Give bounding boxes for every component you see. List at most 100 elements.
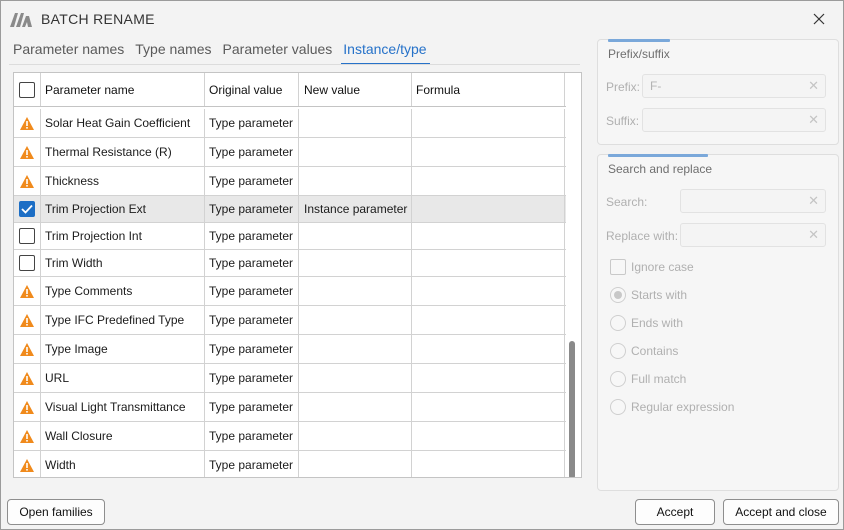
row-checkbox[interactable]: [19, 201, 35, 217]
formula-cell[interactable]: [412, 277, 565, 305]
formula-cell[interactable]: [412, 451, 565, 477]
new-value-cell[interactable]: [299, 335, 412, 363]
column-header-parameter-name[interactable]: Parameter name: [41, 73, 205, 106]
parameter-name-cell[interactable]: URL: [41, 364, 205, 392]
table-row[interactable]: Type IFC Predefined Type Type parameter: [14, 306, 566, 335]
original-value-cell[interactable]: Type parameter: [205, 335, 299, 363]
original-value-cell[interactable]: Type parameter: [205, 306, 299, 334]
radio-full-match[interactable]: Full match: [610, 371, 686, 387]
open-families-button[interactable]: Open families: [7, 499, 105, 525]
new-value-cell[interactable]: [299, 250, 412, 276]
tab-parameter-names[interactable]: Parameter names: [11, 41, 127, 65]
scrollbar-thumb[interactable]: [569, 341, 575, 477]
table-row[interactable]: Type Image Type parameter: [14, 335, 566, 364]
table-row[interactable]: Solar Heat Gain Coefficient Type paramete…: [14, 109, 566, 138]
formula-cell[interactable]: [412, 109, 565, 137]
clear-prefix-icon[interactable]: ✕: [808, 78, 819, 94]
formula-cell[interactable]: [412, 364, 565, 392]
column-header-formula[interactable]: Formula: [412, 73, 565, 106]
accept-and-close-button[interactable]: Accept and close: [723, 499, 839, 525]
original-value-cell[interactable]: Type parameter: [205, 138, 299, 166]
parameter-name-cell[interactable]: Solar Heat Gain Coefficient: [41, 109, 205, 137]
radio-starts-with[interactable]: Starts with: [610, 287, 687, 303]
original-value-cell[interactable]: Type parameter: [205, 277, 299, 305]
formula-cell[interactable]: [412, 250, 565, 276]
tab-parameter-values[interactable]: Parameter values: [221, 41, 336, 65]
tab-type-names[interactable]: Type names: [133, 41, 214, 65]
parameter-name-cell[interactable]: Thickness: [41, 167, 205, 195]
parameter-name-cell[interactable]: Type IFC Predefined Type: [41, 306, 205, 334]
table-row[interactable]: URL Type parameter: [14, 364, 566, 393]
column-header-original-value[interactable]: Original value: [205, 73, 299, 106]
formula-cell[interactable]: [412, 223, 565, 249]
parameter-name-cell[interactable]: Type Image: [41, 335, 205, 363]
ignore-case-checkbox[interactable]: Ignore case: [610, 259, 694, 275]
new-value-cell[interactable]: [299, 277, 412, 305]
formula-cell[interactable]: [412, 306, 565, 334]
warning-icon: [19, 342, 35, 357]
table-row[interactable]: Trim Width Type parameter: [14, 250, 566, 277]
original-value-cell[interactable]: Type parameter: [205, 422, 299, 450]
original-value-cell[interactable]: Type parameter: [205, 364, 299, 392]
parameter-name-cell[interactable]: Wall Closure: [41, 422, 205, 450]
table-row[interactable]: Thickness Type parameter: [14, 167, 566, 196]
formula-cell[interactable]: [412, 335, 565, 363]
original-value-cell[interactable]: Type parameter: [205, 223, 299, 249]
parameter-name-cell[interactable]: Width: [41, 451, 205, 477]
replace-input[interactable]: ✕: [680, 223, 826, 247]
parameter-name-cell[interactable]: Thermal Resistance (R): [41, 138, 205, 166]
column-header-new-value[interactable]: New value: [299, 73, 412, 106]
radio-ends-with[interactable]: Ends with: [610, 315, 683, 331]
row-checkbox[interactable]: [19, 255, 35, 271]
radio-contains[interactable]: Contains: [610, 343, 678, 359]
table-row[interactable]: Wall Closure Type parameter: [14, 422, 566, 451]
formula-cell[interactable]: [412, 422, 565, 450]
accept-button[interactable]: Accept: [635, 499, 715, 525]
radio-regular-expression[interactable]: Regular expression: [610, 399, 734, 415]
tab-instance-type[interactable]: Instance/type: [341, 41, 430, 65]
parameter-name-cell[interactable]: Trim Width: [41, 250, 205, 276]
original-value-cell[interactable]: Type parameter: [205, 393, 299, 421]
formula-cell[interactable]: [412, 196, 565, 222]
select-all-checkbox[interactable]: [19, 81, 35, 98]
original-value-cell[interactable]: Type parameter: [205, 167, 299, 195]
table-row[interactable]: Width Type parameter: [14, 451, 566, 477]
new-value-cell[interactable]: [299, 393, 412, 421]
new-value-cell[interactable]: [299, 306, 412, 334]
grid-scrollbar[interactable]: [567, 109, 577, 477]
original-value-cell[interactable]: Type parameter: [205, 250, 299, 276]
prefix-input[interactable]: F- ✕: [642, 74, 826, 98]
new-value-cell[interactable]: [299, 167, 412, 195]
suffix-input[interactable]: ✕: [642, 108, 826, 132]
app-logo-icon: [10, 13, 32, 27]
clear-search-icon[interactable]: ✕: [808, 193, 819, 209]
table-row[interactable]: Visual Light Transmittance Type parameter: [14, 393, 566, 422]
new-value-cell[interactable]: [299, 364, 412, 392]
new-value-cell[interactable]: [299, 223, 412, 249]
new-value-cell[interactable]: Instance parameter: [299, 196, 412, 222]
new-value-cell[interactable]: [299, 422, 412, 450]
formula-cell[interactable]: [412, 138, 565, 166]
clear-replace-icon[interactable]: ✕: [808, 227, 819, 243]
table-row[interactable]: Trim Projection Int Type parameter: [14, 223, 566, 250]
close-button[interactable]: [809, 9, 829, 29]
table-row[interactable]: Trim Projection Ext Type parameter Instanc…: [14, 196, 566, 223]
parameter-name-cell[interactable]: Visual Light Transmittance: [41, 393, 205, 421]
formula-cell[interactable]: [412, 393, 565, 421]
search-input[interactable]: ✕: [680, 189, 826, 213]
original-value-cell[interactable]: Type parameter: [205, 109, 299, 137]
new-value-cell[interactable]: [299, 138, 412, 166]
new-value-cell[interactable]: [299, 451, 412, 477]
table-row[interactable]: Thermal Resistance (R) Type parameter: [14, 138, 566, 167]
original-value-cell[interactable]: Type parameter: [205, 196, 299, 222]
clear-suffix-icon[interactable]: ✕: [808, 112, 819, 128]
checkbox-box: [610, 259, 626, 275]
row-checkbox[interactable]: [19, 228, 35, 244]
formula-cell[interactable]: [412, 167, 565, 195]
new-value-cell[interactable]: [299, 109, 412, 137]
parameter-name-cell[interactable]: Trim Projection Ext: [41, 196, 205, 222]
parameter-name-cell[interactable]: Trim Projection Int: [41, 223, 205, 249]
parameter-name-cell[interactable]: Type Comments: [41, 277, 205, 305]
original-value-cell[interactable]: Type parameter: [205, 451, 299, 477]
table-row[interactable]: Type Comments Type parameter: [14, 277, 566, 306]
